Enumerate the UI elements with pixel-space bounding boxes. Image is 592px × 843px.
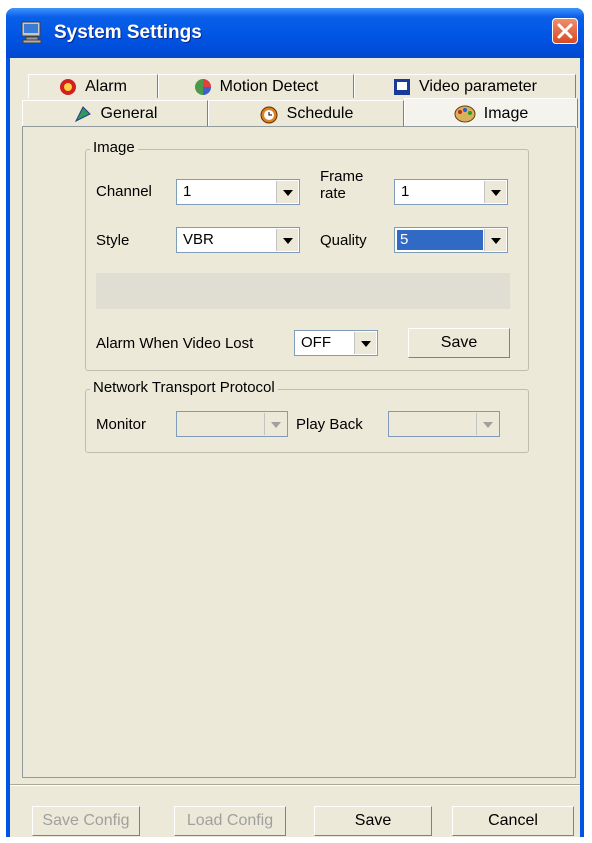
tab-image-label: Image bbox=[483, 104, 529, 122]
frame-rate-label: Frame rate bbox=[320, 168, 363, 202]
play-back-label: Play Back bbox=[296, 416, 363, 433]
style-dropdown-arrow-icon[interactable] bbox=[276, 229, 298, 251]
image-icon bbox=[454, 105, 476, 122]
monitor-label: Monitor bbox=[96, 416, 147, 433]
close-icon bbox=[557, 23, 573, 39]
alarm-video-lost-dropdown-arrow-icon[interactable] bbox=[354, 332, 376, 354]
style-select[interactable]: VBR bbox=[176, 227, 300, 253]
system-settings-window: System Settings Alarm Motion Detect Vide… bbox=[6, 8, 584, 837]
load-config-button[interactable]: Load Config bbox=[174, 806, 286, 836]
alarm-video-lost-label: Alarm When Video Lost bbox=[96, 335, 254, 352]
window-title: System Settings bbox=[54, 22, 202, 43]
tab-video-parameter[interactable]: Video parameter bbox=[354, 74, 576, 98]
tab-schedule-label: Schedule bbox=[286, 104, 354, 122]
network-transport-group: Network Transport Protocol Monitor Play … bbox=[85, 379, 529, 453]
play-back-dropdown-arrow-icon[interactable] bbox=[476, 413, 498, 435]
frame-rate-value: 1 bbox=[401, 183, 410, 200]
monitor-dropdown-arrow-icon[interactable] bbox=[264, 413, 286, 435]
footer-separator bbox=[10, 784, 580, 786]
frame-rate-dropdown-arrow-icon[interactable] bbox=[484, 181, 506, 203]
image-tab-panel: Image Channel 1 Frame rate 1 Style VBR Q… bbox=[22, 126, 576, 778]
tab-alarm[interactable]: Alarm bbox=[28, 74, 158, 98]
tab-motion-detect-label: Motion Detect bbox=[219, 77, 319, 95]
tab-row-upper: Alarm Motion Detect Video parameter bbox=[28, 74, 576, 98]
quality-selection-highlight: 5 bbox=[397, 230, 483, 250]
quality-label: Quality bbox=[320, 232, 367, 249]
image-group-legend: Image bbox=[90, 139, 138, 156]
title-bar[interactable]: System Settings bbox=[6, 8, 584, 58]
schedule-icon bbox=[260, 106, 278, 123]
cancel-button[interactable]: Cancel bbox=[452, 806, 574, 836]
tab-alarm-label: Alarm bbox=[85, 77, 127, 95]
frame-rate-label-line2: rate bbox=[320, 185, 346, 202]
style-value: VBR bbox=[183, 231, 214, 248]
tab-general-label: General bbox=[100, 104, 158, 122]
motion-detect-icon bbox=[194, 78, 211, 95]
tab-schedule[interactable]: Schedule bbox=[208, 100, 404, 126]
channel-label: Channel bbox=[96, 183, 152, 200]
save-config-button[interactable]: Save Config bbox=[32, 806, 140, 836]
channel-select[interactable]: 1 bbox=[176, 179, 300, 205]
save-button[interactable]: Save bbox=[314, 806, 432, 836]
tab-image[interactable]: Image bbox=[404, 98, 578, 128]
frame-rate-select[interactable]: 1 bbox=[394, 179, 508, 205]
tab-general[interactable]: General bbox=[22, 100, 208, 126]
dialog-client-area: Alarm Motion Detect Video parameter Gene… bbox=[10, 58, 580, 837]
close-button[interactable] bbox=[552, 18, 578, 44]
monitor-select[interactable] bbox=[176, 411, 288, 437]
tab-motion-detect[interactable]: Motion Detect bbox=[158, 74, 354, 98]
channel-dropdown-arrow-icon[interactable] bbox=[276, 181, 298, 203]
alarm-video-lost-value: OFF bbox=[301, 334, 331, 351]
network-group-legend: Network Transport Protocol bbox=[90, 379, 278, 396]
image-group: Image Channel 1 Frame rate 1 Style VBR Q… bbox=[85, 139, 529, 371]
video-parameter-icon bbox=[394, 78, 410, 95]
computer-icon bbox=[21, 21, 42, 44]
image-save-button[interactable]: Save bbox=[408, 328, 510, 358]
quality-dropdown-arrow-icon[interactable] bbox=[484, 229, 506, 251]
channel-value: 1 bbox=[183, 183, 192, 200]
general-icon bbox=[74, 105, 91, 122]
play-back-select[interactable] bbox=[388, 411, 500, 437]
quality-select[interactable]: 5 bbox=[394, 227, 508, 253]
style-label: Style bbox=[96, 232, 130, 249]
tab-video-parameter-label: Video parameter bbox=[419, 77, 537, 95]
quality-value: 5 bbox=[400, 231, 409, 248]
alarm-video-lost-select[interactable]: OFF bbox=[294, 330, 378, 356]
image-info-area bbox=[96, 273, 510, 309]
alarm-icon bbox=[60, 78, 77, 95]
tab-row-lower: General Schedule Image bbox=[22, 98, 578, 128]
frame-rate-label-line1: Frame bbox=[320, 168, 364, 185]
